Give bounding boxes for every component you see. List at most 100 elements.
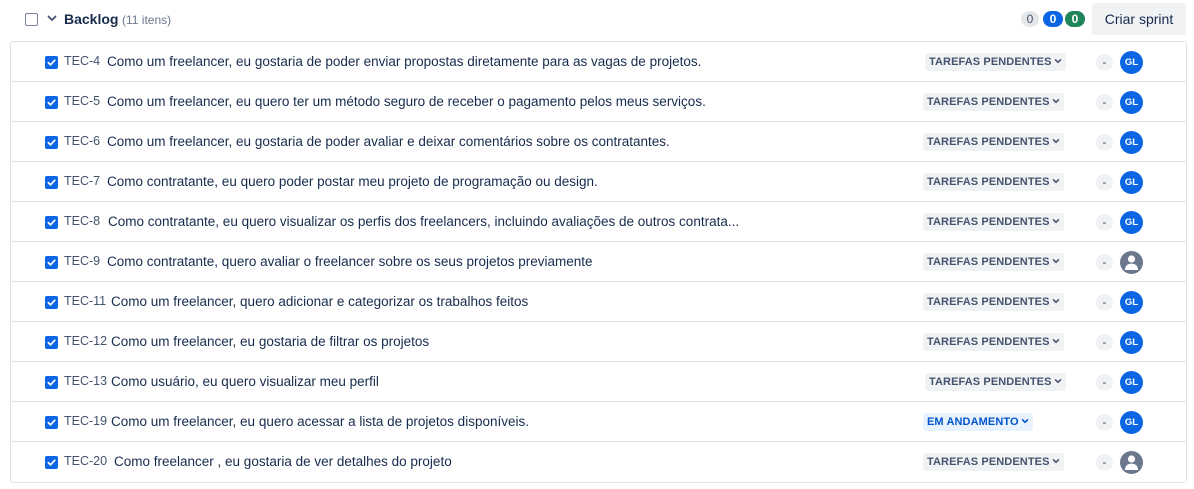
issue-key[interactable]: TEC-7	[64, 174, 100, 188]
story-type-icon	[45, 336, 58, 349]
issue-key[interactable]: TEC-13	[64, 374, 107, 388]
issue-summary[interactable]: Como contratante, eu quero visualizar os…	[108, 214, 739, 229]
chevron-down-icon[interactable]	[46, 12, 58, 24]
assignee-avatar[interactable]: GL	[1120, 51, 1143, 74]
issue-key[interactable]: TEC-12	[64, 334, 107, 348]
status-dropdown[interactable]: TAREFAS PENDENTES	[923, 333, 1064, 351]
issue-row[interactable]: TEC-6 Como um freelancer, eu gostaria de…	[11, 122, 1186, 162]
story-type-icon	[45, 136, 58, 149]
assignee-avatar[interactable]: GL	[1120, 131, 1143, 154]
issue-summary[interactable]: Como usuário, eu quero visualizar meu pe…	[111, 374, 379, 389]
story-points-estimate[interactable]: -	[1096, 54, 1113, 71]
issue-summary[interactable]: Como contratante, eu quero poder postar …	[107, 174, 598, 189]
story-type-icon	[45, 256, 58, 269]
story-type-icon	[45, 456, 58, 469]
chevron-down-icon	[1052, 459, 1059, 464]
story-points-estimate[interactable]: -	[1096, 174, 1113, 191]
issue-row[interactable]: TEC-11 Como um freelancer, quero adicion…	[11, 282, 1186, 322]
story-points-estimate[interactable]: -	[1096, 334, 1113, 351]
story-points-estimate[interactable]: -	[1096, 414, 1113, 431]
chevron-down-icon	[1021, 419, 1028, 424]
status-label: TAREFAS PENDENTES	[927, 216, 1050, 228]
assignee-avatar[interactable]: GL	[1120, 171, 1143, 194]
status-dropdown[interactable]: TAREFAS PENDENTES	[923, 453, 1064, 471]
assignee-avatar[interactable]: GL	[1120, 371, 1143, 394]
issue-key[interactable]: TEC-6	[64, 134, 100, 148]
assignee-avatar[interactable]: GL	[1120, 91, 1143, 114]
status-dropdown[interactable]: TAREFAS PENDENTES	[923, 213, 1064, 231]
issue-row[interactable]: TEC-4 Como um freelancer, eu gostaria de…	[11, 42, 1186, 82]
status-label: TAREFAS PENDENTES	[927, 176, 1050, 188]
issue-summary[interactable]: Como um freelancer, eu gostaria de poder…	[107, 54, 701, 69]
status-dropdown[interactable]: TAREFAS PENDENTES	[923, 173, 1064, 191]
status-label: TAREFAS PENDENTES	[927, 296, 1050, 308]
issue-row[interactable]: TEC-13 Como usuário, eu quero visualizar…	[11, 362, 1186, 402]
backlog-title: Backlog	[64, 11, 119, 27]
chevron-down-icon	[1052, 299, 1059, 304]
story-points-estimate[interactable]: -	[1096, 454, 1113, 471]
status-dropdown[interactable]: TAREFAS PENDENTES	[925, 373, 1066, 391]
story-points-estimate[interactable]: -	[1096, 374, 1113, 391]
issue-key[interactable]: TEC-9	[64, 254, 100, 268]
chevron-down-icon	[1052, 219, 1059, 224]
issue-summary[interactable]: Como contratante, quero avaliar o freela…	[107, 254, 593, 269]
status-dropdown[interactable]: EM ANDAMENTO	[923, 413, 1033, 431]
issue-row[interactable]: TEC-5 Como um freelancer, eu quero ter u…	[11, 82, 1186, 122]
story-points-estimate[interactable]: -	[1096, 94, 1113, 111]
status-label: EM ANDAMENTO	[927, 416, 1019, 428]
select-all-checkbox[interactable]	[25, 13, 38, 26]
issue-count: (11 itens)	[122, 13, 172, 27]
story-type-icon	[45, 296, 58, 309]
issue-row[interactable]: TEC-9 Como contratante, quero avaliar o …	[11, 242, 1186, 282]
status-dropdown[interactable]: TAREFAS PENDENTES	[923, 293, 1064, 311]
done-points-badge: 0	[1065, 11, 1085, 27]
status-label: TAREFAS PENDENTES	[927, 256, 1050, 268]
issue-key[interactable]: TEC-11	[64, 294, 106, 308]
story-points-estimate[interactable]: -	[1096, 134, 1113, 151]
story-points-estimate[interactable]: -	[1096, 294, 1113, 311]
story-type-icon	[45, 216, 58, 229]
issue-row[interactable]: TEC-7 Como contratante, eu quero poder p…	[11, 162, 1186, 202]
status-label: TAREFAS PENDENTES	[927, 136, 1050, 148]
issue-key[interactable]: TEC-5	[64, 94, 100, 108]
story-points-estimate[interactable]: -	[1096, 254, 1113, 271]
in-progress-points-badge: 0	[1043, 11, 1063, 27]
status-label: TAREFAS PENDENTES	[929, 56, 1052, 68]
issue-summary[interactable]: Como freelancer , eu gostaria de ver det…	[114, 454, 452, 469]
issue-summary[interactable]: Como um freelancer, eu quero ter um méto…	[107, 94, 706, 109]
assignee-avatar[interactable]: GL	[1120, 291, 1143, 314]
assignee-avatar[interactable]: GL	[1120, 411, 1143, 434]
issue-summary[interactable]: Como um freelancer, quero adicionar e ca…	[111, 294, 528, 309]
issue-key[interactable]: TEC-4	[64, 54, 100, 68]
create-sprint-button[interactable]: Criar sprint	[1092, 3, 1186, 35]
story-points-estimate[interactable]: -	[1096, 214, 1113, 231]
issue-key[interactable]: TEC-8	[64, 214, 100, 228]
issue-summary[interactable]: Como um freelancer, eu gostaria de filtr…	[111, 334, 429, 349]
story-type-icon	[45, 376, 58, 389]
story-type-icon	[45, 176, 58, 189]
status-label: TAREFAS PENDENTES	[929, 376, 1052, 388]
assignee-avatar[interactable]: GL	[1120, 211, 1143, 234]
todo-points-badge: 0	[1021, 11, 1039, 27]
status-dropdown[interactable]: TAREFAS PENDENTES	[925, 53, 1066, 71]
assignee-avatar[interactable]: GL	[1120, 331, 1143, 354]
issue-key[interactable]: TEC-20	[64, 454, 107, 468]
issue-key[interactable]: TEC-19	[64, 414, 107, 428]
issue-summary[interactable]: Como um freelancer, eu quero acessar a l…	[111, 414, 529, 429]
unassigned-avatar[interactable]	[1120, 451, 1143, 474]
story-type-icon	[45, 56, 58, 69]
issue-row[interactable]: TEC-19 Como um freelancer, eu quero aces…	[11, 402, 1186, 442]
status-dropdown[interactable]: TAREFAS PENDENTES	[923, 133, 1064, 151]
status-dropdown[interactable]: TAREFAS PENDENTES	[923, 93, 1064, 111]
status-dropdown[interactable]: TAREFAS PENDENTES	[923, 253, 1064, 271]
backlog-header: Backlog (11 itens) 0 0 0 Criar sprint	[0, 0, 1194, 40]
issue-row[interactable]: TEC-20 Como freelancer , eu gostaria de …	[11, 442, 1186, 482]
issue-summary[interactable]: Como um freelancer, eu gostaria de poder…	[107, 134, 670, 149]
backlog-issue-list: TEC-4 Como um freelancer, eu gostaria de…	[10, 41, 1187, 483]
status-label: TAREFAS PENDENTES	[927, 456, 1050, 468]
issue-row[interactable]: TEC-8 Como contratante, eu quero visuali…	[11, 202, 1186, 242]
unassigned-avatar[interactable]	[1120, 251, 1143, 274]
story-type-icon	[45, 96, 58, 109]
status-label: TAREFAS PENDENTES	[927, 336, 1050, 348]
issue-row[interactable]: TEC-12 Como um freelancer, eu gostaria d…	[11, 322, 1186, 362]
